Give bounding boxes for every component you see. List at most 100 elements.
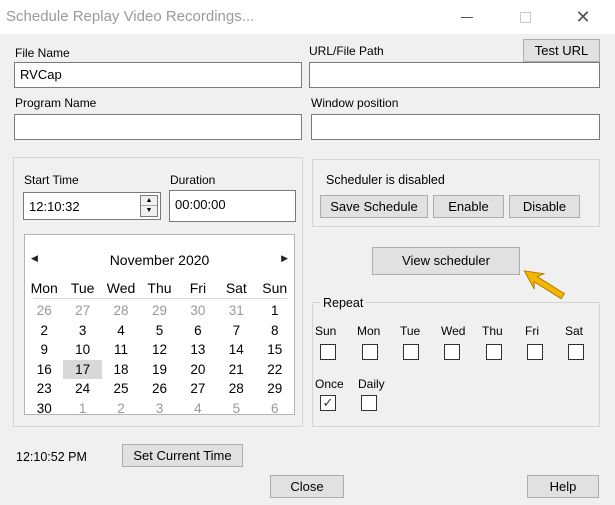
calendar-day[interactable]: 30: [179, 301, 217, 321]
weekday-mon: Mon: [30, 280, 58, 296]
repeat-wed-checkbox[interactable]: [444, 344, 460, 360]
calendar-day[interactable]: 21: [217, 360, 255, 380]
maximize-icon[interactable]: [514, 6, 536, 28]
calendar-day[interactable]: 26: [25, 301, 63, 321]
view-scheduler-button[interactable]: View scheduler: [372, 247, 520, 275]
test-url-button[interactable]: Test URL: [523, 39, 600, 62]
daily-checkbox[interactable]: [361, 395, 377, 411]
duration-field[interactable]: 00:00:00: [169, 190, 296, 222]
set-current-time-button[interactable]: Set Current Time: [122, 444, 243, 467]
calendar-day[interactable]: 3: [140, 399, 178, 419]
minimize-icon[interactable]: [456, 6, 478, 28]
calendar-day[interactable]: 3: [63, 321, 101, 341]
start-time-value: 12:10:32: [29, 199, 80, 214]
calendar-month-label[interactable]: November 2020: [25, 252, 294, 268]
repeat-label: Repeat: [320, 296, 367, 310]
spin-down-icon[interactable]: ▼: [141, 206, 157, 216]
once-checkbox[interactable]: ✓: [320, 395, 336, 411]
repeat-day-label: Sun: [315, 324, 337, 338]
calendar-day[interactable]: 4: [179, 399, 217, 419]
repeat-sat-checkbox[interactable]: [568, 344, 584, 360]
repeat-day-label: Thu: [482, 324, 503, 338]
calendar-day[interactable]: 8: [256, 321, 294, 341]
weekday-fri: Fri: [189, 280, 207, 296]
program-name-label: Program Name: [15, 96, 97, 110]
calendar-day[interactable]: 5: [217, 399, 255, 419]
calendar-day[interactable]: 28: [102, 301, 140, 321]
next-month-icon[interactable]: ▶: [281, 253, 288, 264]
calendar-day[interactable]: 29: [140, 301, 178, 321]
calendar-day[interactable]: 26: [140, 379, 178, 399]
calendar-day[interactable]: 31: [217, 301, 255, 321]
calendar-day[interactable]: 4: [102, 321, 140, 341]
repeat-group: [312, 302, 600, 427]
scheduler-status: Scheduler is disabled: [326, 173, 445, 187]
program-name-field[interactable]: [14, 114, 302, 140]
calendar-day[interactable]: 16: [25, 360, 63, 380]
repeat-day-label: Mon: [357, 324, 381, 338]
calendar-day[interactable]: 19: [140, 360, 178, 380]
calendar-day[interactable]: 9: [25, 340, 63, 360]
title-bar: Schedule Replay Video Recordings... ✕: [0, 0, 615, 34]
calendar-day[interactable]: 12: [140, 340, 178, 360]
calendar-day[interactable]: 14: [217, 340, 255, 360]
calendar-week-row: 30 1 2 3 4 5 6: [25, 399, 294, 419]
calendar-day[interactable]: 29: [256, 379, 294, 399]
file-name-field[interactable]: RVCap: [14, 62, 302, 88]
window-position-field[interactable]: [311, 114, 600, 140]
window-title: Schedule Replay Video Recordings...: [6, 8, 255, 25]
calendar-day[interactable]: 27: [63, 301, 101, 321]
calendar-day[interactable]: 5: [140, 321, 178, 341]
weekday-wed: Wed: [106, 280, 136, 296]
calendar-day[interactable]: 17: [63, 359, 102, 379]
calendar-day[interactable]: 28: [217, 379, 255, 399]
url-path-field[interactable]: [309, 62, 600, 88]
check-icon: ✓: [322, 395, 334, 410]
calendar-day[interactable]: 1: [63, 399, 101, 419]
calendar-day[interactable]: 11: [102, 340, 140, 360]
calendar-day[interactable]: 2: [102, 399, 140, 419]
repeat-fri-checkbox[interactable]: [527, 344, 543, 360]
calendar-divider: [33, 298, 288, 299]
repeat-thu-checkbox[interactable]: [486, 344, 502, 360]
close-icon[interactable]: ✕: [572, 6, 594, 28]
calendar-day[interactable]: 15: [256, 340, 294, 360]
calendar-day[interactable]: 10: [63, 340, 101, 360]
calendar-day[interactable]: 20: [179, 360, 217, 380]
help-button[interactable]: Help: [527, 475, 599, 498]
calendar-day[interactable]: 22: [256, 360, 294, 380]
repeat-mon-checkbox[interactable]: [362, 344, 378, 360]
disable-button[interactable]: Disable: [509, 195, 580, 218]
save-schedule-button[interactable]: Save Schedule: [320, 195, 428, 218]
calendar-week-row: 16 17 18 19 20 21 22: [25, 359, 294, 380]
once-label: Once: [315, 377, 344, 391]
url-path-label: URL/File Path: [309, 44, 384, 58]
repeat-day-label: Fri: [525, 324, 539, 338]
calendar-day[interactable]: 6: [179, 321, 217, 341]
time-spin-control[interactable]: ▲ ▼: [140, 195, 158, 217]
enable-button[interactable]: Enable: [433, 195, 504, 218]
calendar-day[interactable]: 30: [25, 399, 63, 419]
weekday-header: Mon Tue Wed Thu Fri Sat Sun: [25, 280, 294, 296]
calendar-day[interactable]: 23: [25, 379, 63, 399]
calendar-day[interactable]: 2: [25, 321, 63, 341]
calendar-day[interactable]: 18: [102, 360, 140, 380]
calendar-week-row: 2345678: [25, 321, 294, 341]
calendar-day[interactable]: 6: [256, 399, 294, 419]
spin-up-icon[interactable]: ▲: [141, 196, 157, 206]
close-button[interactable]: Close: [270, 475, 344, 498]
calendar-day[interactable]: 27: [179, 379, 217, 399]
calendar-day[interactable]: 1: [256, 301, 294, 321]
calendar-day[interactable]: 13: [179, 340, 217, 360]
calendar-day[interactable]: 7: [217, 321, 255, 341]
calendar-day-grid: 26 27 28 29 30 31 1 2 3 4 5 6 7 8 9 10 11 12 13 14 15 16 17 18 1…: [25, 301, 294, 418]
weekday-sat: Sat: [225, 280, 247, 296]
repeat-sun-checkbox[interactable]: [320, 344, 336, 360]
repeat-tue-checkbox[interactable]: [403, 344, 419, 360]
current-time-readout: 12:10:52 PM: [16, 450, 87, 464]
calendar-week-row: 23 24 25 26 27 28 29: [25, 379, 294, 399]
window-position-label: Window position: [311, 96, 399, 110]
calendar-day[interactable]: 25: [102, 379, 140, 399]
month-calendar[interactable]: ◀ November 2020 ▶ Mon Tue Wed Thu Fri Sat Sun …: [24, 234, 295, 418]
calendar-day[interactable]: 24: [63, 379, 101, 399]
